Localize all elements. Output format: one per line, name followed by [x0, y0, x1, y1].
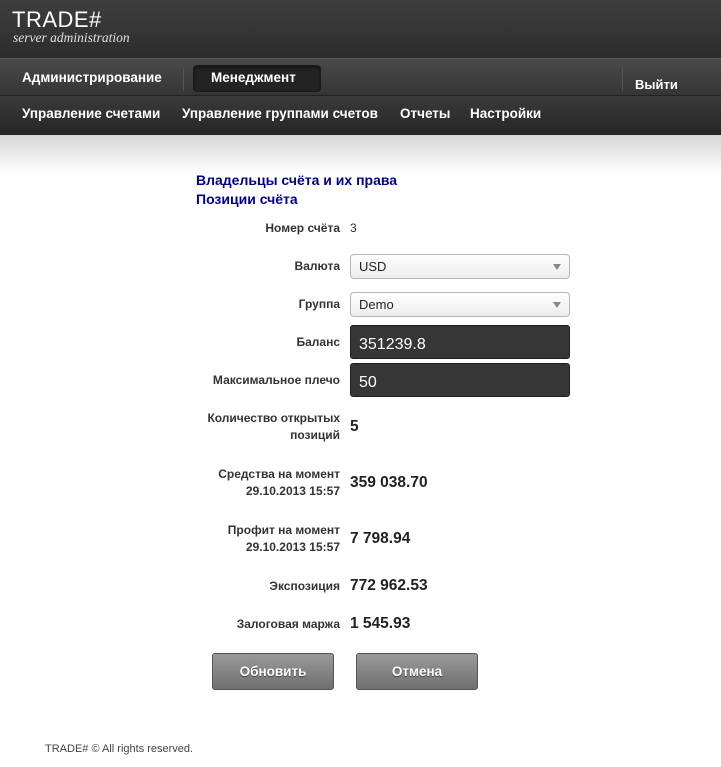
- nav-divider: [622, 67, 623, 91]
- footer-copyright: TRADE# © All rights reserved.: [45, 743, 194, 755]
- header-shadow: [0, 135, 721, 175]
- open-positions-value: 5: [350, 418, 359, 435]
- account-number-label: Номер счёта: [265, 221, 340, 235]
- group-select[interactable]: Demo: [350, 292, 570, 317]
- profit-value: 7 798.94: [350, 530, 411, 547]
- account-number-value: 3: [350, 221, 357, 235]
- sub-nav: Управление счетами Управление группами с…: [0, 96, 721, 135]
- exposure-value: 772 962.53: [350, 577, 428, 594]
- owners-rights-link[interactable]: Владельцы счёта и их права: [196, 172, 397, 188]
- subnav-account-groups[interactable]: Управление группами счетов: [182, 106, 378, 121]
- top-nav: Администрирование Менеджмент Выйти: [0, 58, 721, 96]
- nav-divider: [183, 67, 184, 91]
- open-positions-label-line1: Количество открытых: [207, 411, 340, 425]
- open-positions-label-line2: позиций: [290, 428, 340, 442]
- app-header: TRADE# server administration: [0, 0, 721, 58]
- subnav-reports[interactable]: Отчеты: [400, 106, 450, 121]
- equity-label-line2: 29.10.2013 15:57: [245, 484, 340, 498]
- account-positions-link[interactable]: Позиции счёта: [196, 191, 298, 207]
- logo-subtitle: server administration: [13, 30, 130, 45]
- open-positions-label: Количество открытых позиций: [207, 410, 340, 444]
- margin-value: 1 545.93: [350, 615, 411, 632]
- balance-input[interactable]: 351239.8: [350, 325, 570, 359]
- leverage-label: Максимальное плечо: [212, 373, 340, 387]
- margin-label: Залоговая маржа: [236, 617, 340, 631]
- group-select-value: Demo: [359, 297, 394, 312]
- equity-value: 359 038.70: [350, 474, 428, 491]
- profit-label: Профит на момент 29.10.2013 15:57: [228, 522, 340, 556]
- currency-label: Валюта: [294, 259, 340, 273]
- nav-administration[interactable]: Администрирование: [22, 70, 162, 85]
- subnav-settings[interactable]: Настройки: [470, 106, 541, 121]
- subnav-accounts[interactable]: Управление счетами: [22, 106, 160, 121]
- nav-management[interactable]: Менеджмент: [211, 70, 296, 85]
- leverage-input[interactable]: 50: [350, 363, 570, 397]
- currency-select[interactable]: USD: [350, 254, 570, 279]
- chevron-down-icon: [553, 302, 561, 308]
- currency-select-value: USD: [359, 259, 387, 274]
- group-label: Группа: [298, 297, 340, 311]
- profit-label-line2: 29.10.2013 15:57: [245, 540, 340, 554]
- balance-label: Баланс: [296, 335, 340, 349]
- profit-label-line1: Профит на момент: [227, 523, 340, 537]
- update-button[interactable]: Обновить: [212, 653, 334, 690]
- exposure-label: Экспозиция: [269, 579, 340, 593]
- cancel-button[interactable]: Отмена: [356, 653, 478, 690]
- logout-link[interactable]: Выйти: [635, 77, 678, 92]
- equity-label-line1: Средства на момент: [218, 467, 340, 481]
- equity-label: Средства на момент 29.10.2013 15:57: [218, 466, 340, 500]
- chevron-down-icon: [553, 264, 561, 270]
